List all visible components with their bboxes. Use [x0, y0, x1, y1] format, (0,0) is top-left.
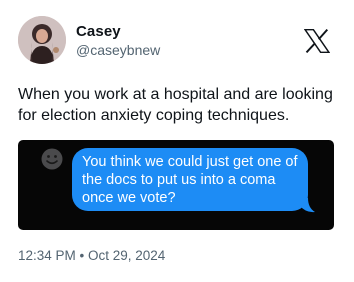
post-card: Casey @caseybnew When you work at a hosp… [0, 0, 354, 282]
author-name[interactable]: Casey [76, 23, 121, 40]
author-handle[interactable]: @caseybnew [76, 42, 160, 58]
media-image[interactable]: You think we could just get one of the d… [18, 140, 334, 230]
post-text: When you work at a hospital and are look… [18, 86, 333, 124]
avatar-image [18, 16, 66, 64]
message-text: You think we could just get one of the d… [82, 154, 298, 206]
message-bubble-tail [300, 198, 315, 213]
emoji-icon [41, 148, 63, 170]
post-timestamp[interactable]: 12:34 PM • Oct 29, 2024 [18, 248, 165, 263]
avatar[interactable] [18, 16, 66, 64]
x-logo-icon[interactable] [304, 29, 330, 53]
message-bubble: You think we could just get one of the d… [72, 148, 308, 211]
